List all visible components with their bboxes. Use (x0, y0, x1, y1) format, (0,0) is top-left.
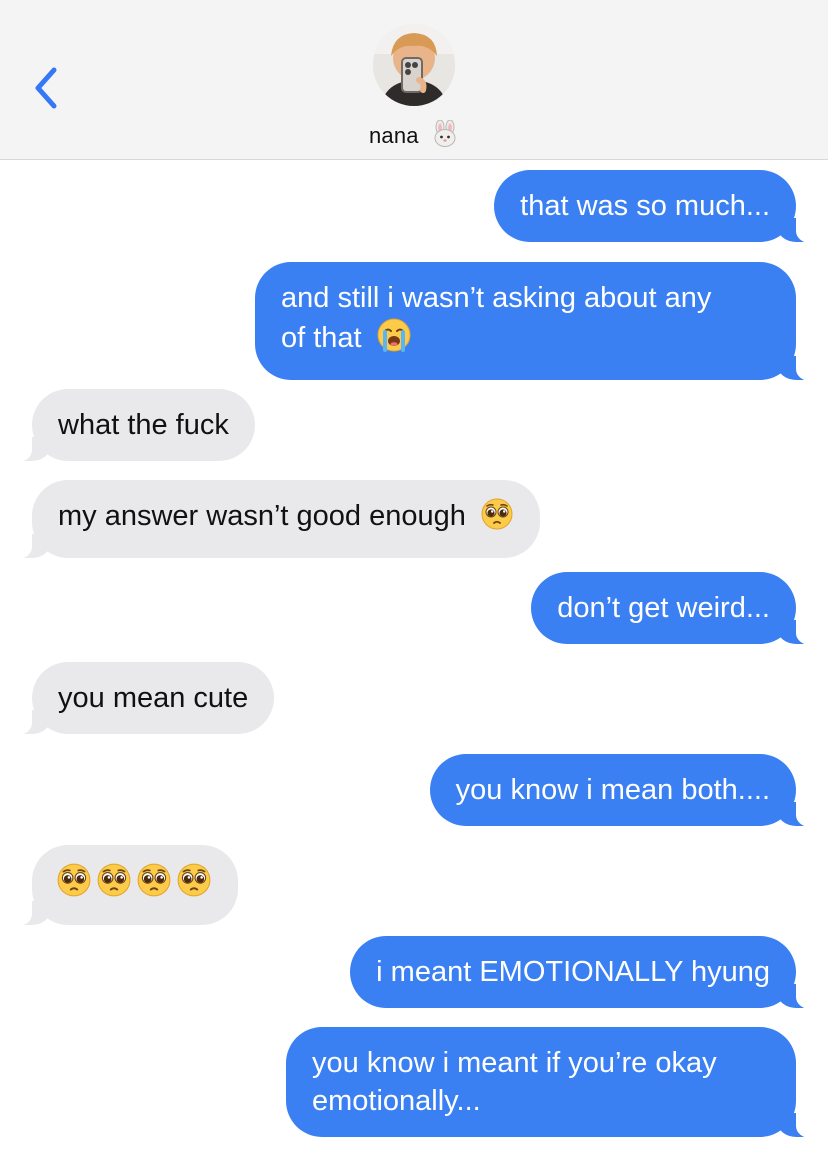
message-text: you know i meant if you’re okay (312, 1047, 717, 1079)
message-text: of that (281, 322, 362, 354)
pleading-face-icon (56, 862, 92, 908)
back-button[interactable] (28, 62, 68, 114)
message-text: you know i mean both.... (455, 774, 770, 806)
message-text: you mean cute (58, 682, 249, 714)
outgoing-message[interactable]: don’t get weird... (531, 572, 824, 645)
contact-title[interactable]: nana (0, 119, 828, 154)
pleading-face-icon (176, 862, 212, 908)
avatar[interactable] (373, 24, 455, 106)
message-text: and still i wasn’t asking about any (281, 282, 712, 314)
incoming-message[interactable]: my answer wasn’t good enough (4, 480, 540, 559)
message-text: my answer wasn’t good enough (58, 500, 466, 532)
incoming-message[interactable] (4, 845, 238, 926)
incoming-message[interactable]: what the fuck (4, 389, 255, 462)
loudly-crying-face-icon (376, 317, 412, 363)
chevron-left-icon (35, 67, 57, 109)
outgoing-message[interactable]: you know i meant if you’re okay emotiona… (286, 1027, 824, 1138)
outgoing-message[interactable]: i meant EMOTIONALLY hyung (350, 936, 824, 1009)
pleading-face-icon (96, 862, 132, 908)
pleading-face-icon (480, 497, 514, 541)
contact-name: nana (368, 123, 419, 148)
message-text: i meant EMOTIONALLY hyung (376, 956, 770, 988)
outgoing-message[interactable]: and still i wasn’t asking about any of t… (255, 262, 824, 381)
conversation-header: nana (0, 0, 828, 160)
rabbit-face-icon (431, 119, 459, 154)
message-text: don’t get weird... (557, 592, 770, 624)
pleading-face-icon (136, 862, 172, 908)
message-text: emotionally... (312, 1085, 481, 1117)
avatar-photo (373, 24, 455, 106)
message-text: what the fuck (58, 409, 229, 441)
outgoing-message[interactable]: that was so much... (494, 170, 824, 243)
message-text: that was so much... (520, 190, 770, 222)
incoming-message[interactable]: you mean cute (3, 662, 275, 735)
outgoing-message[interactable]: you know i mean both.... (429, 754, 825, 827)
